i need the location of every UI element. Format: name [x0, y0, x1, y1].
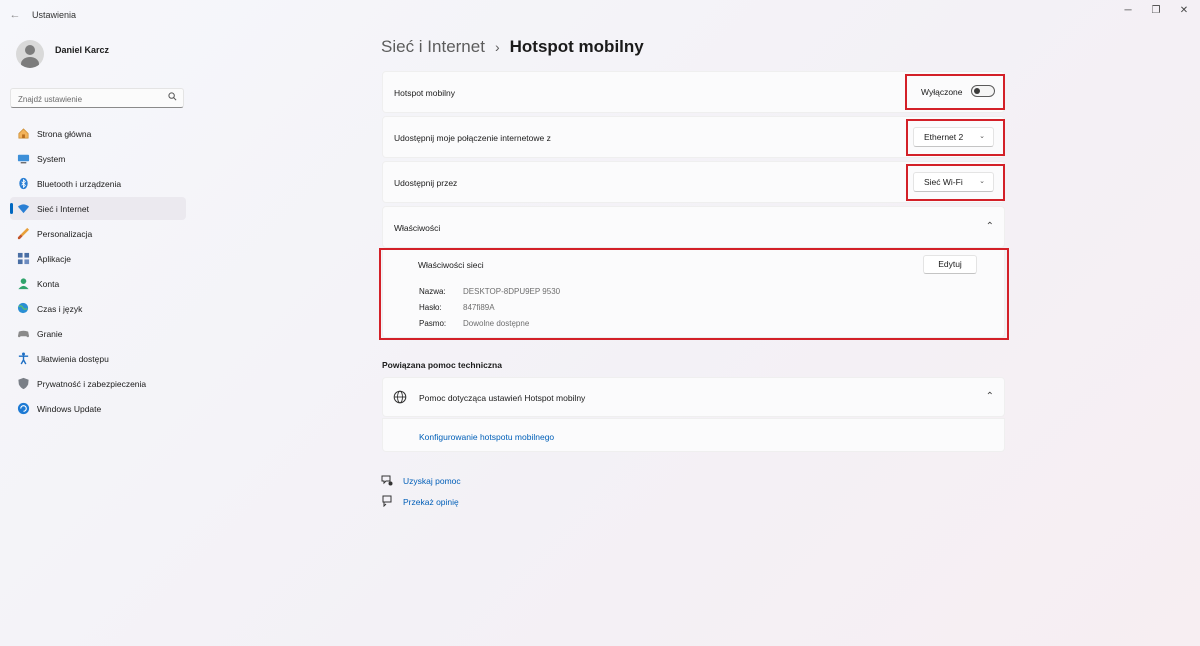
- avatar: [16, 40, 44, 68]
- back-arrow-icon[interactable]: ←: [8, 8, 22, 22]
- feedback-icon: [381, 495, 393, 508]
- wifi-icon: [16, 202, 30, 216]
- sidebar-nav: Strona główna System Bluetooth i urządze…: [10, 122, 186, 422]
- sidebar-item-apps[interactable]: Aplikacje: [10, 247, 186, 270]
- help-expander-body: Konfigurowanie hotspotu mobilnego: [382, 418, 1005, 452]
- sidebar-item-label: Prywatność i zabezpieczenia: [37, 378, 147, 389]
- sidebar-item-system[interactable]: System: [10, 147, 186, 170]
- sidebar-item-home[interactable]: Strona główna: [10, 122, 186, 145]
- get-help-link[interactable]: Uzyskaj pomoc: [403, 476, 461, 486]
- sidebar-item-bluetooth[interactable]: Bluetooth i urządzenia: [10, 172, 186, 195]
- prop-band-key: Pasmo:: [419, 319, 447, 328]
- close-icon[interactable]: ✕: [1174, 4, 1194, 18]
- sidebar-item-label: Aplikacje: [37, 253, 72, 264]
- prop-password-value: 847fi89A: [463, 303, 495, 312]
- globe-icon: [393, 390, 407, 404]
- related-support-title: Powiązana pomoc techniczna: [382, 360, 502, 370]
- prop-password-key: Hasło:: [419, 303, 442, 312]
- globe-clock-icon: [16, 302, 30, 316]
- properties-header[interactable]: Właściwości ⌃: [382, 206, 1005, 248]
- sidebar-item-network[interactable]: Sieć i Internet: [10, 197, 186, 220]
- chevron-up-icon[interactable]: ⌃: [986, 391, 994, 402]
- breadcrumb-separator: ›: [494, 39, 500, 55]
- properties-header-label: Właściwości: [394, 223, 441, 233]
- sidebar-item-windows-update[interactable]: Windows Update: [10, 397, 186, 420]
- prop-name-value: DESKTOP-8DPU9EP 9530: [463, 287, 561, 296]
- get-help-icon: [381, 474, 393, 486]
- share-from-value: Ethernet 2: [924, 132, 964, 142]
- person-icon: [16, 277, 30, 291]
- feedback-link[interactable]: Przekaż opinię: [403, 497, 459, 507]
- restore-icon[interactable]: ❐: [1146, 4, 1166, 18]
- sidebar-item-label: Personalizacja: [37, 228, 93, 239]
- share-from-label: Udostępnij moje połączenie internetowe z: [394, 133, 551, 143]
- chevron-up-icon[interactable]: ⌃: [986, 221, 994, 232]
- search-box[interactable]: [10, 88, 184, 109]
- hotspot-toggle-state: Wyłączone: [921, 87, 963, 97]
- update-icon: [16, 402, 30, 416]
- brush-icon: [16, 227, 30, 241]
- accessibility-icon: [16, 352, 30, 366]
- sidebar-item-label: Sieć i Internet: [37, 203, 89, 214]
- prop-name-key: Nazwa:: [419, 287, 446, 296]
- app-title: Ustawienia: [32, 10, 77, 20]
- share-over-value: Sieć Wi-Fi: [924, 177, 963, 187]
- home-icon: [16, 127, 30, 141]
- chevron-down-icon: ⌄: [979, 133, 985, 140]
- sidebar-item-label: Bluetooth i urządzenia: [37, 178, 122, 189]
- search-input[interactable]: [11, 90, 161, 109]
- search-icon[interactable]: [168, 92, 177, 103]
- monitor-icon: [16, 152, 30, 166]
- share-over-label: Udostępnij przez: [394, 178, 458, 188]
- chevron-down-icon: ⌄: [979, 178, 985, 185]
- sidebar-item-accounts[interactable]: Konta: [10, 272, 186, 295]
- sidebar-item-label: Granie: [37, 328, 63, 339]
- share-over-dropdown[interactable]: Sieć Wi-Fi ⌄: [913, 172, 994, 192]
- sidebar-item-label: Strona główna: [37, 128, 92, 139]
- sidebar-item-label: Konta: [37, 278, 60, 289]
- shield-icon: [16, 377, 30, 391]
- title-bar: ← Ustawienia ─ ❐ ✕: [0, 0, 1200, 30]
- sidebar-item-time-language[interactable]: Czas i język: [10, 297, 186, 320]
- sidebar-item-label: Ułatwienia dostępu: [37, 353, 109, 364]
- toggle-knob: [974, 88, 980, 94]
- minimize-icon[interactable]: ─: [1118, 4, 1138, 18]
- sidebar-item-label: Czas i język: [37, 303, 83, 314]
- page-title: Hotspot mobilny: [509, 37, 644, 56]
- breadcrumb: Sieć i Internet › Hotspot mobilny: [381, 37, 644, 57]
- bluetooth-icon: [16, 177, 30, 191]
- network-properties-title: Właściwości sieci: [418, 260, 484, 270]
- sidebar-item-label: Windows Update: [37, 403, 102, 414]
- sidebar-item-accessibility[interactable]: Ułatwienia dostępu: [10, 347, 186, 370]
- configure-hotspot-link[interactable]: Konfigurowanie hotspotu mobilnego: [419, 432, 554, 442]
- user-profile[interactable]: Daniel Karcz: [12, 38, 192, 70]
- help-expander-label: Pomoc dotycząca ustawień Hotspot mobilny: [419, 393, 586, 403]
- share-from-dropdown[interactable]: Ethernet 2 ⌄: [913, 127, 994, 147]
- sidebar-item-label: System: [37, 153, 66, 164]
- hotspot-label: Hotspot mobilny: [394, 88, 455, 98]
- sidebar-item-personalization[interactable]: Personalizacja: [10, 222, 186, 245]
- prop-band-value: Dowolne dostępne: [463, 319, 530, 328]
- sidebar-item-gaming[interactable]: Granie: [10, 322, 186, 345]
- edit-button[interactable]: Edytuj: [923, 255, 977, 274]
- hotspot-toggle[interactable]: [971, 85, 995, 97]
- sidebar-item-privacy[interactable]: Prywatność i zabezpieczenia: [10, 372, 186, 395]
- profile-name: Daniel Karcz: [55, 45, 110, 55]
- breadcrumb-parent[interactable]: Sieć i Internet: [381, 37, 485, 57]
- help-expander-header[interactable]: Pomoc dotycząca ustawień Hotspot mobilny…: [382, 377, 1005, 417]
- gamepad-icon: [16, 327, 30, 341]
- apps-icon: [16, 252, 30, 266]
